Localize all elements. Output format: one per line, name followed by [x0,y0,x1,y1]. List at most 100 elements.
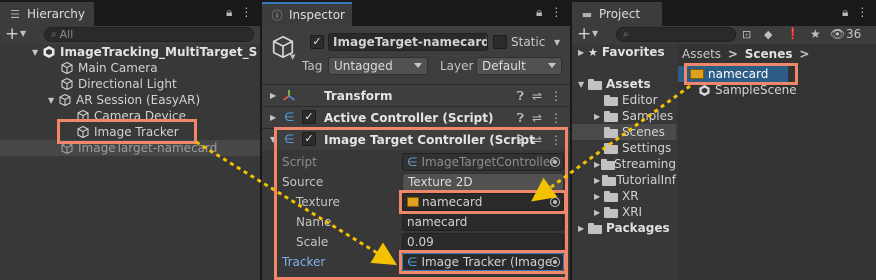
add-dropdown-icon[interactable]: ▼ [592,29,598,38]
lock-icon[interactable]: 🔒︎ [536,5,542,20]
add-dropdown-icon[interactable]: ▼ [20,29,26,38]
assets-label: Assets [606,77,651,91]
breadcrumb-scenes[interactable]: Scenes [745,47,793,61]
hierarchy-tabbar: ☰ Hierarchy 🔒︎ ⋮ [0,0,260,26]
tracker-field-highlight [399,250,567,274]
project-panel: ▬ Project 🔒︎ ⋮ + ▼ ⌕ ⊡ ◆ ❗ ★ 👁︎ 36 ▶ ★ F… [572,0,876,280]
static-checkbox[interactable] [493,35,507,49]
hierarchy-item-ar-session[interactable]: ▼ AR Session (EasyAR) [0,92,260,108]
gameobject-cube-icon [59,93,71,107]
component-active-controller[interactable]: ▶ ∈ ✓ Active Controller (Script) ❓︎ ⇌ ⋮ [262,106,570,128]
hierarchy-item-main-camera[interactable]: Main Camera [0,60,260,76]
search-by-type-icon[interactable]: ⊡ [742,28,751,41]
more-icon[interactable]: ⋮ [240,5,252,20]
folder-icon [604,206,618,218]
folder-icon [604,126,618,138]
active-checkbox[interactable]: ✓ [310,35,324,49]
more-icon[interactable]: ⋮ [550,111,562,126]
image-tracker-highlight [57,119,197,144]
packages-row[interactable]: ▶ Packages [572,220,676,236]
collapse-arrow-icon[interactable]: ▶ [270,91,280,100]
hierarchy-item-directional-light[interactable]: Directional Light [0,76,260,92]
more-icon[interactable]: ⋮ [550,5,562,20]
hierarchy-icon: ☰ [10,7,20,21]
expand-arrow-icon[interactable]: ▼ [578,80,588,89]
layer-dropdown-value: Default [482,59,526,73]
preset-sliders-icon[interactable]: ⇌ [532,89,542,104]
expand-arrow-icon[interactable]: ▶ [578,48,588,57]
lock-icon[interactable]: 🔒︎ [842,5,848,20]
eye-icon[interactable]: 👁︎ [830,27,845,41]
script-icon: ∈ [284,110,295,124]
folder-icon: ▬ [581,7,593,21]
search-by-label-icon[interactable]: ◆ [764,28,772,41]
folder-tutorialinfo[interactable]: ▶ TutorialInf [572,172,676,188]
help-icon[interactable]: ❓︎ [517,111,524,126]
static-dropdown-icon[interactable]: ▼ [554,38,560,47]
project-add-button[interactable]: + [577,24,591,44]
icon-dropdown-icon[interactable]: ▼ [290,53,295,61]
object-name-value: ImageTarget-namecard [333,35,488,49]
favorites-row[interactable]: ▶ ★ Favorites [572,44,676,60]
project-tab-label: Project [599,7,641,21]
hierarchy-add-button[interactable]: + [5,24,19,44]
folder-samples[interactable]: ▶ Samples [572,108,676,124]
expand-arrow-icon[interactable]: ▶ [594,112,604,121]
folder-label: Editor [622,93,658,107]
folder-xr[interactable]: ▶ XR [572,188,676,204]
expand-arrow-icon[interactable]: ▼ [48,96,58,105]
lock-icon[interactable]: 🔒︎ [226,5,232,20]
hierarchy-search-placeholder: All [59,28,74,41]
more-icon[interactable]: ⋮ [856,5,868,20]
warning-icon[interactable]: ❗ [786,27,800,40]
static-label: Static [511,35,546,49]
inspector-object-header: ▼ ✓ ImageTarget-namecard Static ▼ Tag Un… [262,26,570,84]
hierarchy-scene-row[interactable]: ▼ ImageTracking_MultiTarget_S [0,44,260,60]
tab-hierarchy[interactable]: ☰ Hierarchy [0,2,94,26]
info-icon: ⓘ [271,9,283,22]
more-icon[interactable]: ⋮ [550,89,562,104]
tag-label: Tag [302,59,323,73]
folder-label: Streaming [614,157,676,171]
assets-row[interactable]: ▼ Assets [572,76,676,92]
folder-editor[interactable]: Editor [572,92,676,108]
expand-arrow-icon[interactable]: ▶ [594,208,604,217]
breadcrumb-assets[interactable]: Assets [682,47,721,61]
favorites-label: Favorites [601,45,665,59]
component-enabled-checkbox[interactable]: ✓ [302,110,316,124]
transform-axes-icon [283,90,295,101]
folder-scenes[interactable]: Scenes [572,124,676,140]
hierarchy-search-input[interactable]: ⌕ All [44,27,254,42]
tab-inspector[interactable]: ⓘ Inspector [262,2,352,26]
folder-label: TutorialInf [616,173,676,187]
expand-arrow-icon[interactable]: ▼ [32,48,42,57]
expand-arrow-icon[interactable]: ▶ [594,176,602,185]
object-name-input[interactable]: ImageTarget-namecard [328,33,488,51]
layer-label: Layer [440,59,474,73]
breadcrumb: Assets > Scenes > [682,47,809,61]
chevron-down-icon [414,63,422,68]
preset-sliders-icon[interactable]: ⇌ [532,111,542,126]
expand-arrow-icon[interactable]: ▶ [578,224,588,233]
favorite-star-icon[interactable]: ★ [810,27,821,41]
folder-xri[interactable]: ▶ XRI [572,204,676,220]
tag-dropdown[interactable]: Untagged [328,57,428,75]
inspector-panel: ⓘ Inspector 🔒︎ ⋮ ▼ ✓ ImageTarget-namecar… [262,0,570,280]
gameobject-cube-icon [61,61,73,75]
expand-arrow-icon[interactable]: ▶ [594,160,601,169]
hierarchy-tab-label: Hierarchy [27,7,86,21]
texture-field-highlight [399,190,567,214]
collapse-arrow-icon[interactable]: ▶ [270,113,280,122]
component-transform[interactable]: ▶ Transform ❓︎ ⇌ ⋮ [262,84,570,106]
hierarchy-tab-icons: 🔒︎ ⋮ [226,5,252,20]
folder-label: XR [622,189,639,203]
expand-arrow-icon[interactable]: ▶ [594,192,604,201]
layer-dropdown[interactable]: Default [476,57,562,75]
tab-project[interactable]: ▬ Project [572,2,662,26]
folder-streaming[interactable]: ▶ Streaming [572,156,676,172]
folder-settings[interactable]: Settings [572,140,676,156]
tag-dropdown-value: Untagged [334,59,393,73]
help-icon[interactable]: ❓︎ [517,89,524,104]
project-search-input[interactable]: ⌕ [616,27,736,42]
hierarchy-item-label: Main Camera [78,61,158,75]
